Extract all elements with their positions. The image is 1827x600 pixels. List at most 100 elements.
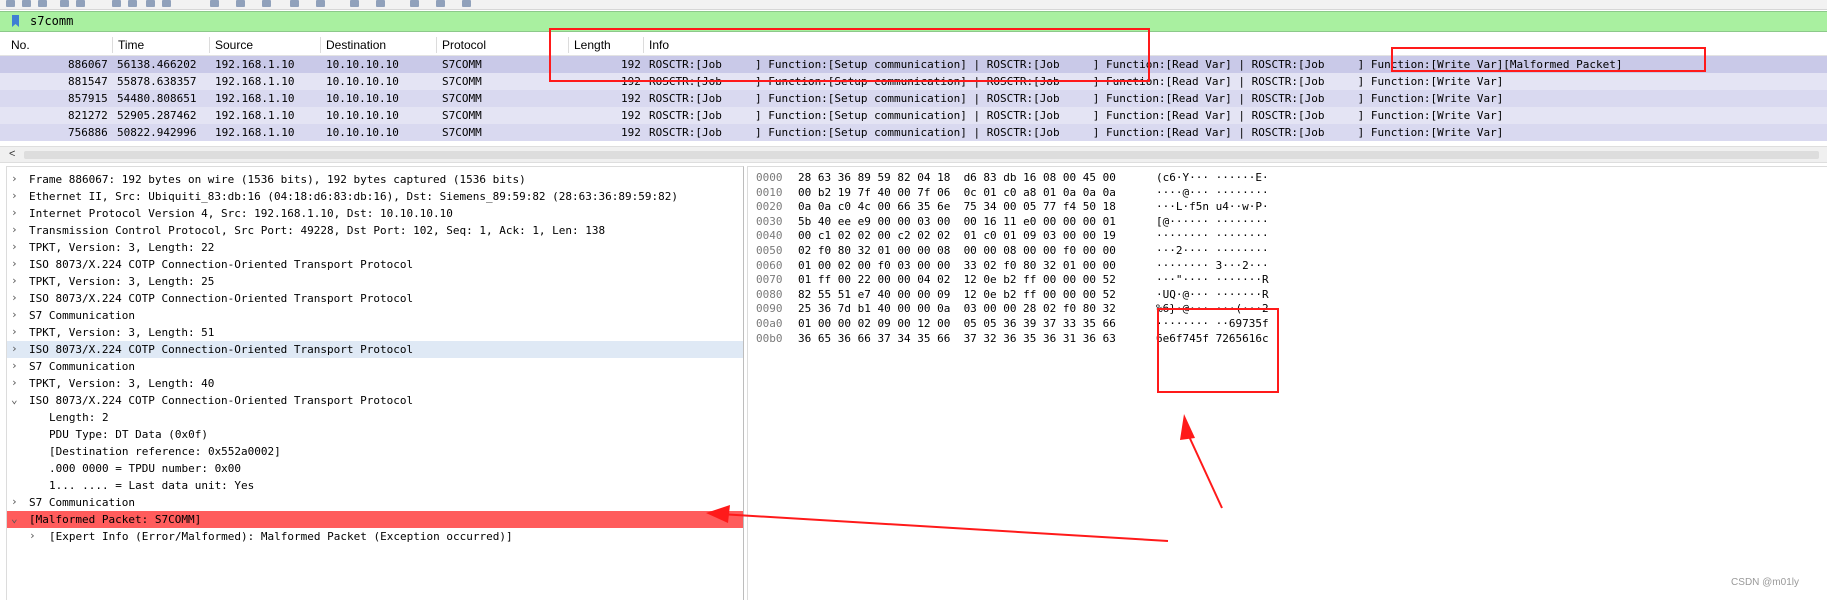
- display-filter-input[interactable]: s7comm: [30, 14, 73, 28]
- tree-item-malformed[interactable]: ⌄ [Malformed Packet: S7COMM]: [7, 511, 743, 528]
- tree-item[interactable]: 1... .... = Last data unit: Yes: [7, 477, 743, 494]
- toolbar-icon[interactable]: [38, 0, 47, 7]
- tree-item[interactable]: › ISO 8073/X.224 COTP Connection-Oriented…: [7, 290, 743, 307]
- packet-no: 756886: [68, 126, 108, 139]
- tree-item[interactable]: PDU Type: DT Data (0x0f): [7, 426, 743, 443]
- column-separator[interactable]: [209, 37, 210, 53]
- packet-destination: 10.10.10.10: [326, 126, 399, 139]
- packet-destination: 10.10.10.10: [326, 109, 399, 122]
- column-header-destination[interactable]: Destination: [326, 38, 386, 52]
- toolbar-icon[interactable]: [350, 0, 359, 7]
- hex-row[interactable]: 0040 00 c1 02 02 00 c2 02 02 01 c0 01 09 …: [748, 228, 1827, 243]
- hex-bytes: 01 00 00 02 09 00 12 00 05 05 36 39 37 3…: [798, 317, 1116, 330]
- scroll-left-icon[interactable]: <: [9, 148, 15, 160]
- hex-row[interactable]: 0050 02 f0 80 32 01 00 00 08 00 00 08 00 …: [748, 243, 1827, 258]
- expand-chevron-icon[interactable]: ›: [11, 342, 21, 355]
- tree-item[interactable]: › Transmission Control Protocol, Src Port…: [7, 222, 743, 239]
- expand-chevron-icon[interactable]: ›: [11, 240, 21, 253]
- expand-chevron-icon[interactable]: ›: [11, 257, 21, 270]
- column-header-source[interactable]: Source: [215, 38, 253, 52]
- column-header-protocol[interactable]: Protocol: [442, 38, 486, 52]
- packet-protocol: S7COMM: [442, 58, 482, 71]
- tree-item[interactable]: › ISO 8073/X.224 COTP Connection-Oriented…: [7, 256, 743, 273]
- hex-row[interactable]: 00a0 01 00 00 02 09 00 12 00 05 05 36 39 …: [748, 316, 1827, 331]
- expand-chevron-icon[interactable]: ›: [11, 376, 21, 389]
- toolbar-icon[interactable]: [290, 0, 299, 7]
- hex-row[interactable]: 0010 00 b2 19 7f 40 00 7f 06 0c 01 c0 a8 …: [748, 185, 1827, 200]
- tree-item[interactable]: › TPKT, Version: 3, Length: 22: [7, 239, 743, 256]
- toolbar-icon[interactable]: [262, 0, 271, 7]
- toolbar-icon[interactable]: [146, 0, 155, 7]
- hex-ascii: ········ ········: [1156, 229, 1269, 243]
- packet-row[interactable]: 857915 54480.808651 192.168.1.10 10.10.1…: [0, 90, 1827, 107]
- tree-item[interactable]: › S7 Communication: [7, 307, 743, 324]
- toolbar-icon[interactable]: [462, 0, 471, 7]
- toolbar-icon[interactable]: [76, 0, 85, 7]
- toolbar-icon[interactable]: [410, 0, 419, 7]
- hex-row[interactable]: 0000 28 63 36 89 59 82 04 18 d6 83 db 16 …: [748, 170, 1827, 185]
- expand-chevron-icon[interactable]: ›: [11, 325, 21, 338]
- tree-item[interactable]: › S7 Communication: [7, 358, 743, 375]
- tree-item[interactable]: › TPKT, Version: 3, Length: 51: [7, 324, 743, 341]
- toolbar-icon[interactable]: [22, 0, 31, 7]
- hex-row[interactable]: 0020 0a 0a c0 4c 00 66 35 6e 75 34 00 05 …: [748, 199, 1827, 214]
- hex-row[interactable]: 0030 5b 40 ee e9 00 00 03 00 00 16 11 e0 …: [748, 214, 1827, 229]
- tree-item[interactable]: Length: 2: [7, 409, 743, 426]
- tree-item[interactable]: › S7 Communication: [7, 494, 743, 511]
- hex-row[interactable]: 0090 25 36 7d b1 40 00 00 0a 03 00 00 28 …: [748, 301, 1827, 316]
- bookmark-icon[interactable]: [12, 15, 19, 27]
- packet-time: 50822.942996: [117, 126, 197, 139]
- toolbar-icon[interactable]: [128, 0, 137, 7]
- hex-row[interactable]: 0070 01 ff 00 22 00 00 04 02 12 0e b2 ff …: [748, 272, 1827, 287]
- toolbar-icon[interactable]: [236, 0, 245, 7]
- packet-row[interactable]: 821272 52905.287462 192.168.1.10 10.10.1…: [0, 107, 1827, 124]
- column-separator[interactable]: [320, 37, 321, 53]
- toolbar-icon[interactable]: [6, 0, 15, 7]
- tree-item[interactable]: › ISO 8073/X.224 COTP Connection-Oriented…: [7, 341, 743, 358]
- tree-item-text: TPKT, Version: 3, Length: 22: [29, 241, 215, 254]
- expand-chevron-icon[interactable]: ›: [11, 308, 21, 321]
- expand-chevron-icon[interactable]: ›: [11, 172, 21, 185]
- expand-chevron-icon[interactable]: ›: [11, 223, 21, 236]
- hex-row[interactable]: 0080 82 55 51 e7 40 00 00 09 12 0e b2 ff …: [748, 287, 1827, 302]
- toolbar-icon[interactable]: [316, 0, 325, 7]
- packet-list-scrollbar[interactable]: <: [0, 146, 1827, 163]
- packet-row[interactable]: 756886 50822.942996 192.168.1.10 10.10.1…: [0, 124, 1827, 141]
- column-header-no[interactable]: No.: [11, 38, 30, 52]
- hex-bytes: 00 b2 19 7f 40 00 7f 06 0c 01 c0 a8 01 0…: [798, 185, 1116, 199]
- expand-chevron-icon[interactable]: ›: [11, 274, 21, 287]
- expand-chevron-icon[interactable]: ›: [11, 189, 21, 202]
- scrollbar-thumb[interactable]: [24, 151, 1819, 159]
- expand-chevron-icon[interactable]: ›: [11, 206, 21, 219]
- toolbar-icon[interactable]: [376, 0, 385, 7]
- expand-chevron-icon[interactable]: ›: [29, 529, 39, 542]
- tree-item[interactable]: › Frame 886067: 192 bytes on wire (1536 b…: [7, 171, 743, 188]
- tree-item[interactable]: › Ethernet II, Src: Ubiquiti_83:db:16 (04…: [7, 188, 743, 205]
- hex-offset: 0090: [756, 302, 783, 316]
- tree-item[interactable]: › Internet Protocol Version 4, Src: 192.1…: [7, 205, 743, 222]
- tree-item[interactable]: › TPKT, Version: 3, Length: 25: [7, 273, 743, 290]
- toolbar-icon[interactable]: [162, 0, 171, 7]
- expand-chevron-icon[interactable]: ›: [11, 359, 21, 372]
- tree-item[interactable]: .000 0000 = TPDU number: 0x00: [7, 460, 743, 477]
- toolbar-icon[interactable]: [210, 0, 219, 7]
- expand-chevron-icon[interactable]: ›: [11, 291, 21, 304]
- column-separator[interactable]: [436, 37, 437, 53]
- expand-chevron-icon[interactable]: ›: [11, 495, 21, 508]
- toolbar-icon[interactable]: [436, 0, 445, 7]
- tree-item-text: S7 Communication: [29, 309, 135, 322]
- watermark-text: CSDN @m01ly: [1731, 577, 1799, 588]
- collapse-chevron-icon[interactable]: ⌄: [11, 393, 21, 406]
- column-header-time[interactable]: Time: [118, 38, 144, 52]
- hex-row[interactable]: 00b0 36 65 36 66 37 34 35 66 37 32 36 35 …: [748, 331, 1827, 346]
- collapse-chevron-icon[interactable]: ⌄: [11, 512, 21, 525]
- column-separator[interactable]: [112, 37, 113, 53]
- hex-row[interactable]: 0060 01 00 02 00 f0 03 00 00 33 02 f0 80 …: [748, 258, 1827, 273]
- tree-item[interactable]: [Destination reference: 0x552a0002]: [7, 443, 743, 460]
- tree-item[interactable]: › TPKT, Version: 3, Length: 40: [7, 375, 743, 392]
- tree-item[interactable]: ⌄ ISO 8073/X.224 COTP Connection-Oriented…: [7, 392, 743, 409]
- packet-destination: 10.10.10.10: [326, 58, 399, 71]
- toolbar-icon[interactable]: [112, 0, 121, 7]
- tree-item[interactable]: › [Expert Info (Error/Malformed): Malform…: [7, 528, 743, 545]
- toolbar-icon[interactable]: [60, 0, 69, 7]
